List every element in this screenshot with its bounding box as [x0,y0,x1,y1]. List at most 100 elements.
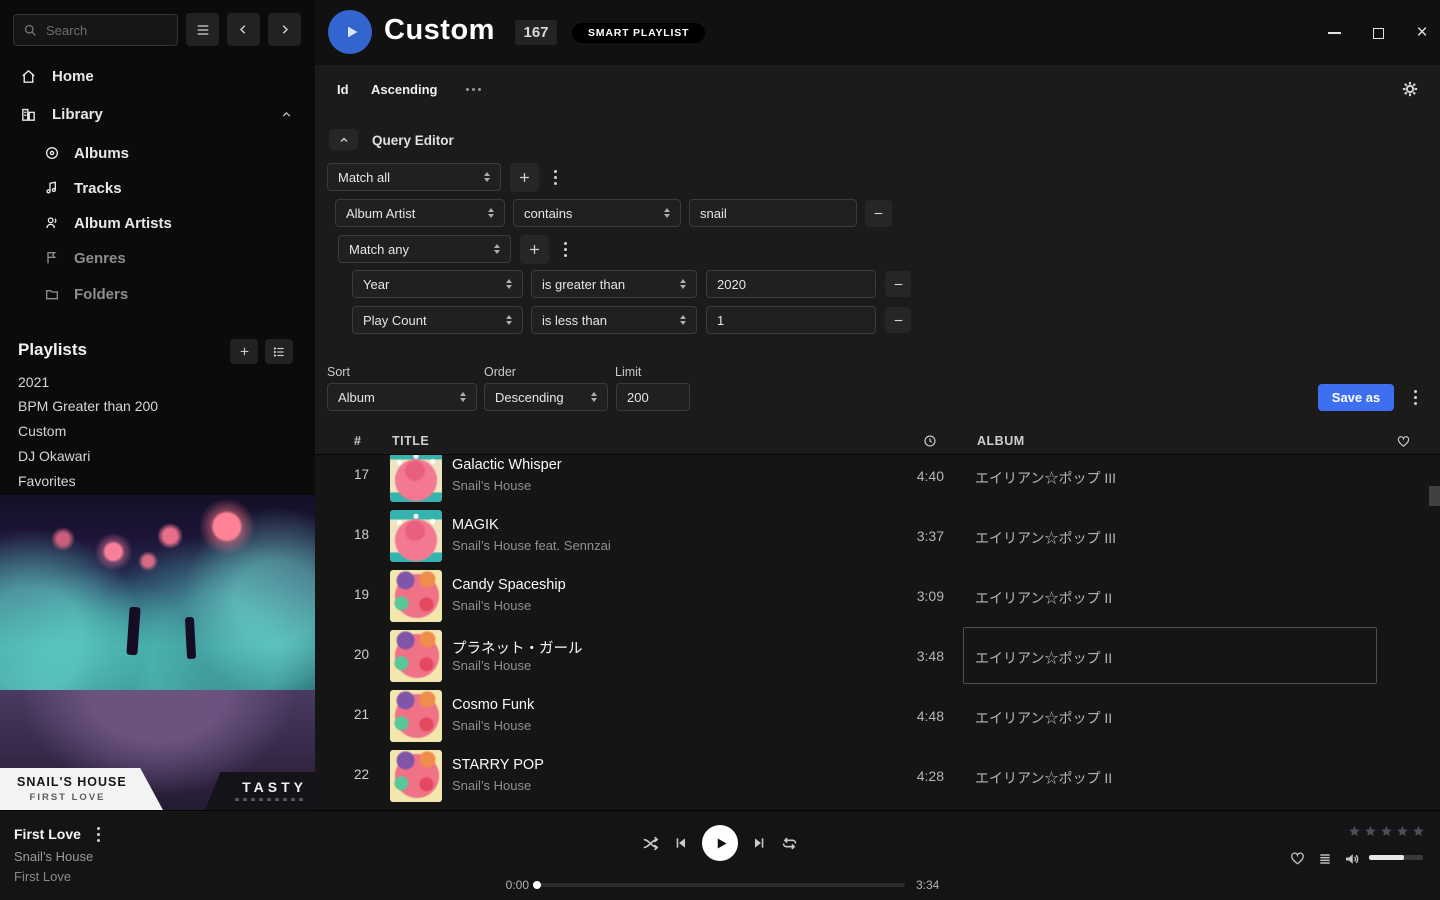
track-row[interactable]: 20 プラネット・ガール Snail’s House 3:48 エイリアン☆ポッ… [315,626,1440,686]
playlist-item[interactable]: Custom [18,419,288,443]
track-album-art [390,450,442,502]
track-row[interactable]: 19 Candy Spaceship Snail’s House 3:09 エイ… [315,566,1440,626]
group-options-icon[interactable] [556,235,574,264]
playlist-name: 2021 [18,374,49,390]
column-title[interactable]: TITLE [392,434,429,448]
search-icon [23,23,38,38]
sort-field-button[interactable]: Id [337,82,349,97]
playlist-item[interactable]: Favorites [18,469,288,493]
repeat-icon[interactable] [780,834,799,853]
playlist-item[interactable]: DJ Okawari [18,444,288,468]
maximize-button[interactable] [1367,22,1389,44]
track-row[interactable]: 18 MAGIK Snail’s House feat. Sennzai 3:3… [315,506,1440,566]
track-row[interactable]: 22 STARRY POP Snail’s House 4:28 エイリアン☆ポ… [315,746,1440,806]
playlist-item[interactable]: BPM Greater than 200 [18,394,288,418]
track-artist: Snail’s House [452,778,531,793]
play-pause-button[interactable] [702,825,738,861]
shuffle-icon[interactable] [641,834,660,853]
group-options-icon[interactable] [546,163,564,192]
match-select[interactable]: Match any [338,235,511,263]
cover-brand: TASTY [242,779,307,795]
sidebar-item-home[interactable]: Home [0,62,315,90]
rule-field-select[interactable]: Year [352,270,523,298]
track-row[interactable]: 21 Cosmo Funk Snail’s House 4:48 エイリアン☆ポ… [315,686,1440,746]
main-panel: Custom 167 SMART PLAYLIST × Id Ascending… [315,0,1440,810]
order-select[interactable]: Descending [484,383,608,411]
remove-rule-button[interactable] [865,200,892,227]
sort-select[interactable]: Album [327,383,477,411]
now-playing-options-icon[interactable] [93,826,105,842]
sort-order-button[interactable]: Ascending [371,82,437,97]
rule-operator-select[interactable]: contains [513,199,681,227]
back-button[interactable] [227,13,260,46]
settings-gear-icon[interactable] [1401,80,1419,98]
star-icon[interactable] [1411,824,1426,839]
remove-rule-button[interactable] [885,271,911,297]
remove-rule-button[interactable] [885,307,911,333]
rule-value-input[interactable] [706,270,876,298]
star-icon[interactable] [1363,824,1378,839]
limit-label: Limit [615,365,641,379]
previous-track-icon[interactable] [673,835,689,851]
sidebar-item-label: Library [52,106,103,123]
add-rule-button[interactable] [520,235,549,264]
rule-field-select[interactable]: Play Count [352,306,523,334]
rule-operator-select[interactable]: is greater than [531,270,697,298]
close-button[interactable]: × [1411,22,1433,44]
sidebar-item-genres[interactable]: Genres [0,243,315,273]
limit-input[interactable] [616,383,690,411]
select-arrows-icon [488,208,494,218]
seek-bar[interactable] [535,883,905,887]
track-artist: Snail’s House [452,598,531,613]
more-options-icon[interactable] [466,88,481,91]
menu-icon[interactable] [186,13,219,46]
forward-button[interactable] [268,13,301,46]
sidebar-item-library[interactable]: Library [0,100,315,128]
star-icon[interactable] [1379,824,1394,839]
cover-banner: SNAIL'S HOUSE FIRST LOVE [0,768,163,810]
favorite-column-heart-icon[interactable] [1396,434,1411,449]
queue-icon[interactable] [1317,851,1333,867]
volume-slider[interactable] [1369,855,1423,860]
order-label: Order [484,365,516,379]
sidebar-item-album-artists[interactable]: Album Artists [0,208,315,238]
sidebar-item-label: Genres [74,250,126,267]
duration-clock-icon[interactable] [923,434,937,448]
star-icon[interactable] [1395,824,1410,839]
rule-operator-select[interactable]: is less than [531,306,697,334]
cover-figure [185,617,196,659]
select-value: is greater than [542,277,625,292]
search-input[interactable] [46,23,168,38]
playlist-item[interactable]: 2021 [18,370,288,394]
save-as-button[interactable]: Save as [1318,384,1394,411]
sidebar-item-tracks[interactable]: Tracks [0,173,315,203]
volume-icon[interactable] [1343,850,1361,868]
add-rule-button[interactable] [510,163,539,192]
sidebar-item-folders[interactable]: Folders [0,279,315,309]
play-playlist-button[interactable] [328,10,372,54]
track-title: STARRY POP [452,757,544,773]
track-duration: 3:48 [855,648,944,664]
add-playlist-button[interactable] [230,339,258,364]
rule-field-select[interactable]: Album Artist [335,199,505,227]
rule-value-input[interactable] [689,199,857,227]
track-title: MAGIK [452,517,499,533]
albums-icon [44,145,60,161]
scrollbar-thumb[interactable] [1429,486,1440,506]
seek-handle[interactable] [533,881,541,889]
match-select[interactable]: Match all [327,163,501,191]
track-row[interactable]: 17 Galactic Whisper Snail’s House 4:40 エ… [315,446,1440,506]
search-box[interactable] [13,14,178,46]
minimize-button[interactable] [1323,22,1345,44]
column-album[interactable]: ALBUM [977,434,1025,448]
star-icon[interactable] [1347,824,1362,839]
rule-value-input[interactable] [706,306,876,334]
select-value: Album Artist [346,206,415,221]
sidebar-item-albums[interactable]: Albums [0,138,315,168]
next-track-icon[interactable] [751,835,767,851]
save-options-icon[interactable] [1404,384,1426,411]
collapse-query-editor-button[interactable] [329,129,358,150]
favorite-heart-icon[interactable] [1289,850,1306,867]
chevron-up-icon[interactable] [280,108,293,121]
playlist-options-icon[interactable] [265,339,293,364]
